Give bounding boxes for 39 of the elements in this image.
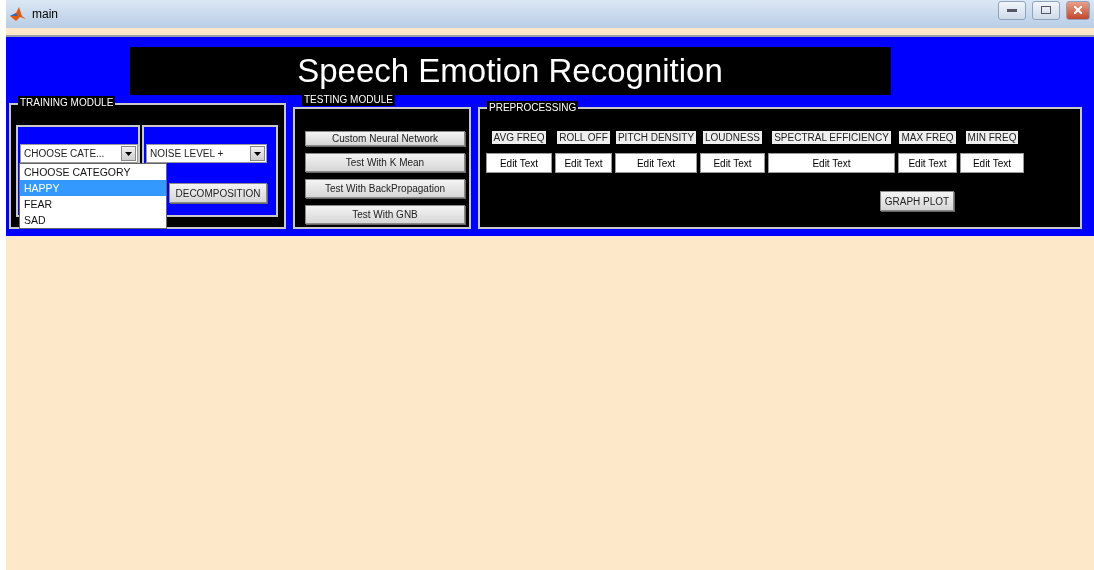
dropdown-option[interactable]: CHOOSE CATEGORY: [20, 164, 166, 180]
panel-title: TRAINING MODULE: [18, 96, 116, 109]
feature-input[interactable]: Edit Text: [700, 153, 765, 173]
maximize-icon: [1041, 6, 1051, 14]
feature-label: MIN FREQ: [965, 131, 1019, 144]
feature-label: AVG FREQ: [491, 131, 547, 144]
caret-icon: [254, 151, 261, 156]
feature-input[interactable]: Edit Text: [555, 153, 612, 173]
app-heading: Speech Emotion Recognition: [129, 47, 891, 95]
decomposition-button[interactable]: DECOMPOSITION: [169, 183, 267, 203]
feature-input[interactable]: Edit Text: [486, 153, 552, 173]
category-dropdown[interactable]: CHOOSE CATE...: [20, 144, 138, 163]
feature-input[interactable]: Edit Text: [898, 153, 957, 173]
feature-input[interactable]: Edit Text: [960, 153, 1024, 173]
feature-label: LOUDNESS: [703, 131, 762, 144]
minimize-icon: [1007, 8, 1017, 12]
test-button[interactable]: Custom Neural Network: [305, 131, 465, 146]
test-button[interactable]: Test With BackPropagation: [305, 179, 465, 198]
dropdown-option[interactable]: SAD: [20, 212, 166, 228]
test-button[interactable]: Test With GNB: [305, 205, 465, 224]
feature-label: ROLL OFF: [557, 131, 610, 144]
feature-label: SPECTRAL EFFICIENCY: [772, 131, 891, 144]
feature-label: PITCH DENSITY: [615, 131, 697, 144]
dropdown-option[interactable]: FEAR: [20, 196, 166, 212]
test-button[interactable]: Test With K Mean: [305, 153, 465, 172]
feature-input[interactable]: Edit Text: [768, 153, 895, 173]
feature-label: MAX FREQ: [899, 131, 956, 144]
panel-title: TESTING MODULE: [302, 93, 395, 106]
minimize-button[interactable]: [998, 0, 1026, 20]
noise-level-dropdown[interactable]: NOISE LEVEL +: [146, 144, 267, 163]
close-button[interactable]: [1066, 0, 1090, 20]
maximize-button[interactable]: [1032, 0, 1060, 20]
app-logo-icon: [10, 7, 26, 21]
panel-title: PREPROCESSING: [487, 101, 579, 114]
close-icon: [1074, 6, 1082, 14]
window-title: main: [32, 7, 59, 21]
feature-input[interactable]: Edit Text: [615, 153, 697, 173]
caret-icon: [125, 151, 132, 156]
graph-plot-button[interactable]: GRAPH PLOT: [880, 191, 954, 211]
